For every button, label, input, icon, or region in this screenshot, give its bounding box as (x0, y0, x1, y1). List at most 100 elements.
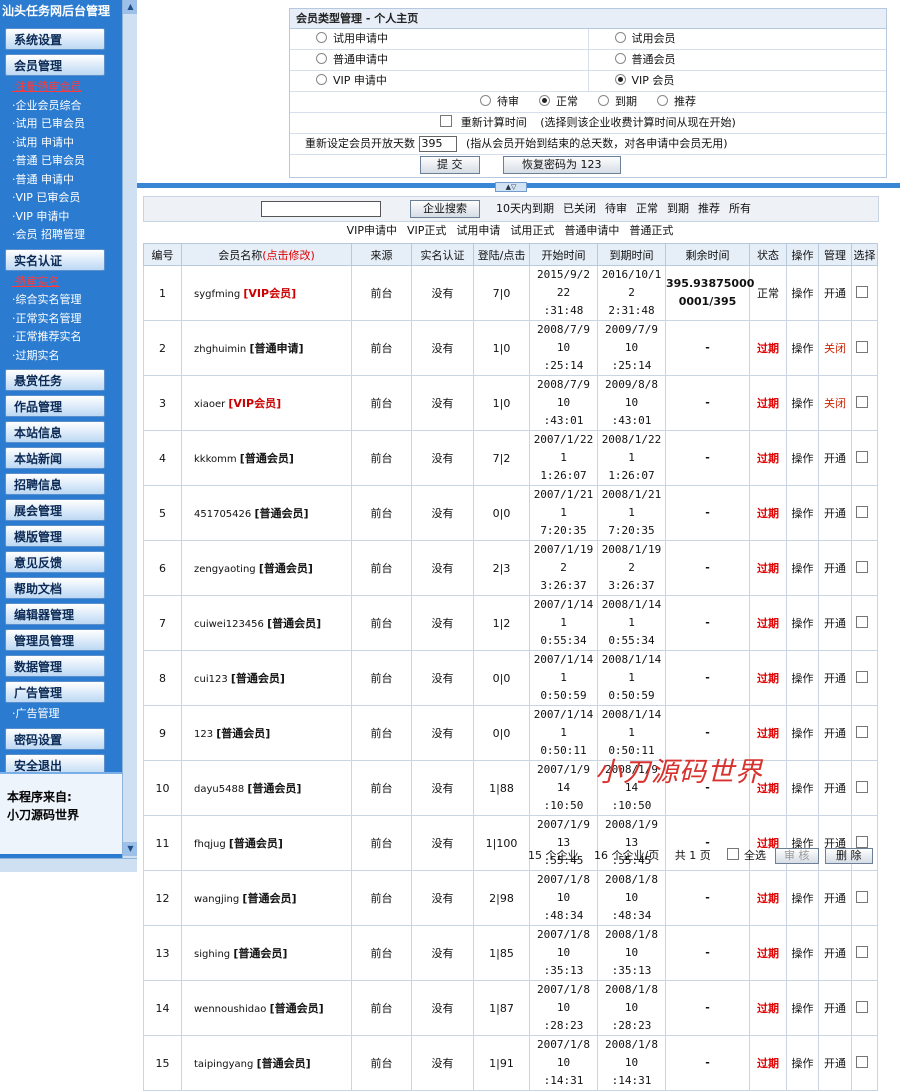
cell-manage-link[interactable]: 开通 (818, 705, 852, 761)
row-select-checkbox[interactable] (856, 781, 868, 793)
menu-group-site-info[interactable]: 本站信息 (5, 421, 105, 443)
cell-manage-link[interactable]: 开通 (818, 925, 852, 981)
type-filter-link[interactable]: 试用申请 (456, 224, 500, 237)
status-option[interactable]: 推荐 (657, 95, 696, 108)
menu-group-feedback[interactable]: 意见反馈 (5, 551, 105, 573)
cell-name[interactable]: 123 [普通会员] (181, 705, 352, 761)
cell-manage-link[interactable]: 关闭 (818, 375, 852, 431)
status-option[interactable]: 待审 (480, 95, 519, 108)
type-filter-link[interactable]: VIP正式 (407, 224, 446, 237)
member-username[interactable]: sighing (194, 949, 233, 960)
type-filter-link[interactable]: VIP申请中 (347, 224, 397, 237)
cell-manage-link[interactable]: 开通 (818, 540, 852, 596)
member-username[interactable]: wennoushidao (194, 1004, 270, 1015)
cell-name[interactable]: wangjing [普通会员] (181, 870, 352, 926)
row-select-checkbox[interactable] (856, 506, 868, 518)
cell-op-link[interactable]: 操作 (786, 540, 819, 596)
sidebar-item-member-1[interactable]: ·企业会员综合 (0, 97, 122, 116)
cell-manage-link[interactable]: 开通 (818, 485, 852, 541)
row-select-checkbox[interactable] (856, 341, 868, 353)
row-select-checkbox[interactable] (856, 671, 868, 683)
status-option[interactable]: 到期 (598, 95, 637, 108)
cell-name[interactable]: zhghuimin [普通申请] (181, 320, 352, 376)
row-select-checkbox[interactable] (856, 946, 868, 958)
member-username[interactable]: zengyaoting (194, 564, 259, 575)
cell-manage-link[interactable]: 开通 (818, 430, 852, 486)
member-username[interactable]: dayu5488 (194, 784, 247, 795)
menu-group-data[interactable]: 数据管理 (5, 655, 105, 677)
row-select-checkbox[interactable] (856, 891, 868, 903)
cell-name[interactable]: kkkomm [普通会员] (181, 430, 352, 486)
row-select-checkbox[interactable] (856, 396, 868, 408)
menu-group-expo[interactable]: 展会管理 (5, 499, 105, 521)
reset-password-button[interactable]: 恢复密码为 123 (503, 156, 621, 174)
cell-op-link[interactable]: 操作 (786, 320, 819, 376)
member-username[interactable]: taipingyang (194, 1059, 257, 1070)
cell-op-link[interactable]: 操作 (786, 925, 819, 981)
delete-button[interactable]: 删 除 (825, 848, 873, 864)
scroll-up-icon[interactable]: ▲ (123, 0, 137, 14)
type-option[interactable]: 普通会员 (589, 50, 887, 70)
radio-icon[interactable] (614, 32, 626, 43)
collapse-toggle-icon[interactable]: ▲▽ (495, 182, 527, 192)
sidebar-item-member-3[interactable]: ·试用 申请中 (0, 134, 122, 153)
sidebar-item-realname-0[interactable]: ·待审实名 (0, 273, 122, 292)
status-filter-link[interactable]: 到期 (667, 202, 689, 215)
row-select-checkbox[interactable] (856, 1056, 868, 1068)
menu-group-help[interactable]: 帮助文档 (5, 577, 105, 599)
cell-op-link[interactable]: 操作 (786, 870, 819, 926)
menu-group-system[interactable]: 系统设置 (5, 28, 105, 50)
row-select-checkbox[interactable] (856, 1001, 868, 1013)
row-select-checkbox[interactable] (856, 616, 868, 628)
type-filter-link[interactable]: 试用正式 (510, 224, 554, 237)
recalc-checkbox[interactable] (440, 115, 453, 127)
sidebar-item-realname-4[interactable]: ·过期实名 (0, 347, 122, 366)
cell-name[interactable]: zengyaoting [普通会员] (181, 540, 352, 596)
cell-name[interactable]: xiaoer [VIP会员] (181, 375, 352, 431)
menu-group-templates[interactable]: 模版管理 (5, 525, 105, 547)
status-option[interactable]: 正常 (539, 95, 578, 108)
select-all[interactable]: 全选 (727, 846, 766, 866)
cell-op-link[interactable]: 操作 (786, 430, 819, 486)
status-filter-link[interactable]: 已关闭 (563, 202, 596, 215)
type-filter-link[interactable]: 普通正式 (629, 224, 673, 237)
radio-icon[interactable] (614, 53, 626, 64)
cell-op-link[interactable]: 操作 (786, 595, 819, 651)
row-select-checkbox[interactable] (856, 286, 868, 298)
cell-op-link[interactable]: 操作 (786, 265, 819, 321)
menu-group-admins[interactable]: 管理员管理 (5, 629, 105, 651)
menu-group-works[interactable]: 作品管理 (5, 395, 105, 417)
cell-op-link[interactable]: 操作 (786, 485, 819, 541)
cell-name[interactable]: cuiwei123456 [普通会员] (181, 595, 352, 651)
menu-group-jobs[interactable]: 招聘信息 (5, 473, 105, 495)
sidebar-item-ads-0[interactable]: ·广告管理 (0, 705, 122, 724)
sidebar-item-realname-3[interactable]: ·正常推荐实名 (0, 328, 122, 347)
sidebar-hscrollbar[interactable] (0, 858, 137, 872)
cell-op-link[interactable]: 操作 (786, 1035, 819, 1091)
submit-button[interactable]: 提 交 (420, 156, 480, 174)
cell-manage-link[interactable]: 开通 (818, 650, 852, 706)
member-username[interactable]: 123 (194, 729, 216, 740)
menu-group-password[interactable]: 密码设置 (5, 727, 105, 750)
cell-name[interactable]: cui123 [普通会员] (181, 650, 352, 706)
row-select-checkbox[interactable] (856, 451, 868, 463)
sidebar-item-member-4[interactable]: ·普通 已审会员 (0, 152, 122, 171)
radio-icon[interactable] (316, 74, 327, 85)
menu-group-realname[interactable]: 实名认证 (5, 248, 105, 271)
menu-group-tasks[interactable]: 悬赏任务 (5, 369, 105, 391)
scroll-down-icon[interactable]: ▼ (123, 842, 137, 856)
member-username[interactable]: cuiwei123456 (194, 619, 267, 630)
status-filter-link[interactable]: 正常 (636, 202, 658, 215)
menu-group-members[interactable]: 会员管理 (5, 54, 105, 76)
menu-group-editor[interactable]: 编辑器管理 (5, 603, 105, 625)
cell-name[interactable]: 451705426 [普通会员] (181, 485, 352, 541)
cell-manage-link[interactable]: 开通 (818, 595, 852, 651)
member-username[interactable]: zhghuimin (194, 344, 249, 355)
cell-name[interactable]: dayu5488 [普通会员] (181, 760, 352, 816)
sidebar-item-member-8[interactable]: ·会员 招聘管理 (0, 226, 122, 245)
cell-name[interactable]: sighing [普通会员] (181, 925, 352, 981)
company-search-button[interactable]: 企业搜索 (410, 200, 480, 218)
search-input[interactable] (261, 201, 381, 217)
cell-op-link[interactable]: 操作 (786, 650, 819, 706)
cell-manage-link[interactable]: 开通 (818, 870, 852, 926)
